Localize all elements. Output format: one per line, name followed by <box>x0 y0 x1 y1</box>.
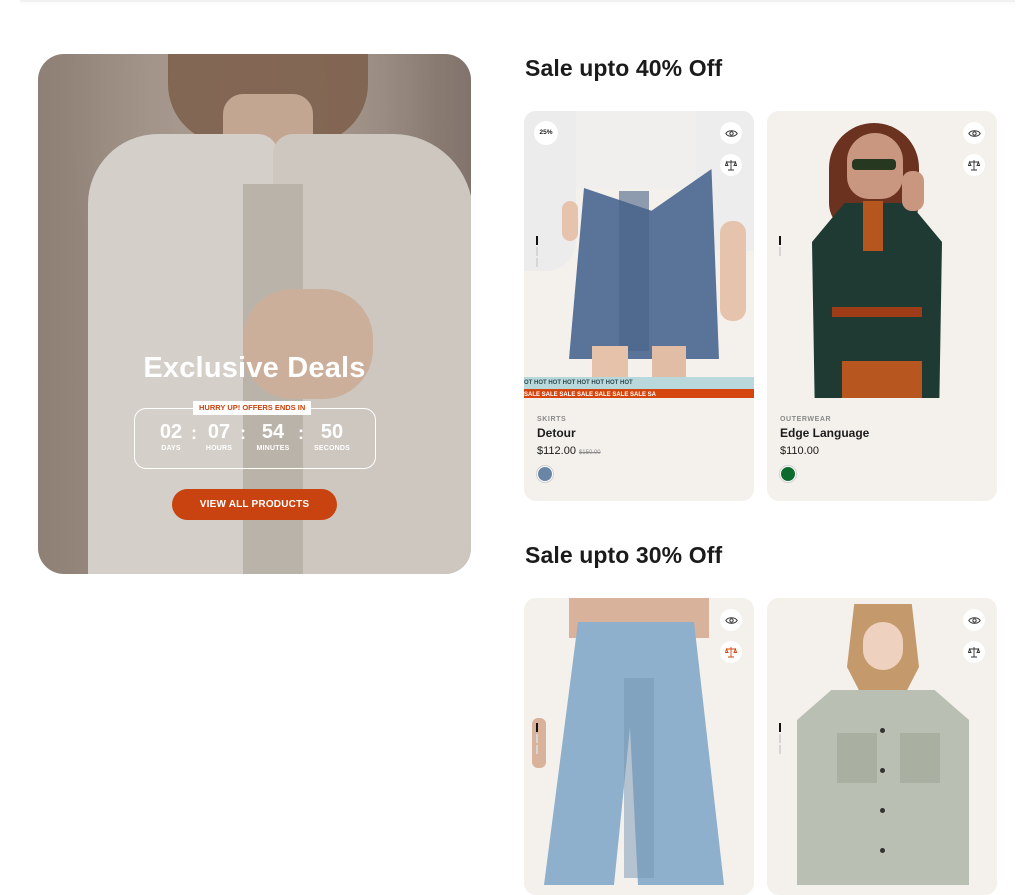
product-name[interactable]: Edge Language <box>780 426 869 440</box>
product-card-jeans[interactable] <box>524 598 754 895</box>
quick-view-button[interactable] <box>963 122 985 144</box>
hero-title: Exclusive Deals <box>143 352 366 384</box>
image-pagination <box>779 723 782 756</box>
discount-badge: 25% <box>534 121 558 145</box>
countdown-minutes: 54 MINUTES <box>256 421 290 452</box>
image-pagination <box>779 236 782 258</box>
countdown-separator: : <box>240 423 246 443</box>
product-image[interactable] <box>524 598 754 885</box>
header-divider <box>20 0 1015 2</box>
compare-button[interactable] <box>720 154 742 176</box>
hurry-label: HURRY UP! OFFERS ENDS IN <box>193 401 312 415</box>
section-title: Sale upto 40% Off <box>525 55 723 81</box>
countdown-separator: : <box>298 423 304 443</box>
compare-button[interactable] <box>963 154 985 176</box>
eye-icon <box>724 616 738 624</box>
color-swatch[interactable] <box>537 466 553 482</box>
eye-icon <box>967 616 981 624</box>
eye-icon <box>724 129 738 137</box>
product-image[interactable]: OT HOT HOT HOT HOT HOT HOT HOT SALE SALE… <box>524 111 754 398</box>
product-card-edge-language[interactable]: OUTERWEAR Edge Language $110.00 <box>767 111 997 501</box>
compare-scale-icon <box>968 647 980 658</box>
product-card-detour[interactable]: OT HOT HOT HOT HOT HOT HOT HOT SALE SALE… <box>524 111 754 501</box>
compare-scale-icon <box>725 647 737 658</box>
hot-tape: OT HOT HOT HOT HOT HOT HOT HOT <box>524 377 754 389</box>
sale-tape: SALE SALE SALE SALE SALE SALE SALE SA <box>524 389 754 398</box>
countdown-seconds: 50 SECONDS <box>313 421 351 452</box>
quick-view-button[interactable] <box>720 609 742 631</box>
view-all-products-button[interactable]: VIEW ALL PRODUCTS <box>172 489 337 520</box>
product-name[interactable]: Detour <box>537 426 576 440</box>
compare-button[interactable] <box>963 641 985 663</box>
countdown-hours: 07 HOURS <box>205 421 233 452</box>
countdown-timer: HURRY UP! OFFERS ENDS IN 02 DAYS : 07 HO… <box>134 401 376 469</box>
color-swatch[interactable] <box>780 466 796 482</box>
old-price: $150.00 <box>578 450 601 456</box>
quick-view-button[interactable] <box>963 609 985 631</box>
product-card-coat[interactable] <box>767 598 997 895</box>
product-price: $112.00 $150.00 <box>537 445 601 457</box>
section-title: Sale upto 30% Off <box>525 542 723 568</box>
exclusive-deals-banner[interactable]: Exclusive Deals HURRY UP! OFFERS ENDS IN… <box>38 54 471 574</box>
countdown-days: 02 DAYS <box>159 421 183 452</box>
eye-icon <box>967 129 981 137</box>
quick-view-button[interactable] <box>720 122 742 144</box>
product-image[interactable] <box>767 598 997 885</box>
product-price: $110.00 <box>780 445 819 457</box>
compare-scale-icon <box>968 160 980 171</box>
image-pagination <box>536 236 539 269</box>
compare-scale-icon <box>725 160 737 171</box>
product-category: SKIRTS <box>537 416 567 423</box>
product-image[interactable] <box>767 111 997 398</box>
image-pagination <box>536 723 539 756</box>
product-category: OUTERWEAR <box>780 416 832 423</box>
compare-button[interactable] <box>720 641 742 663</box>
